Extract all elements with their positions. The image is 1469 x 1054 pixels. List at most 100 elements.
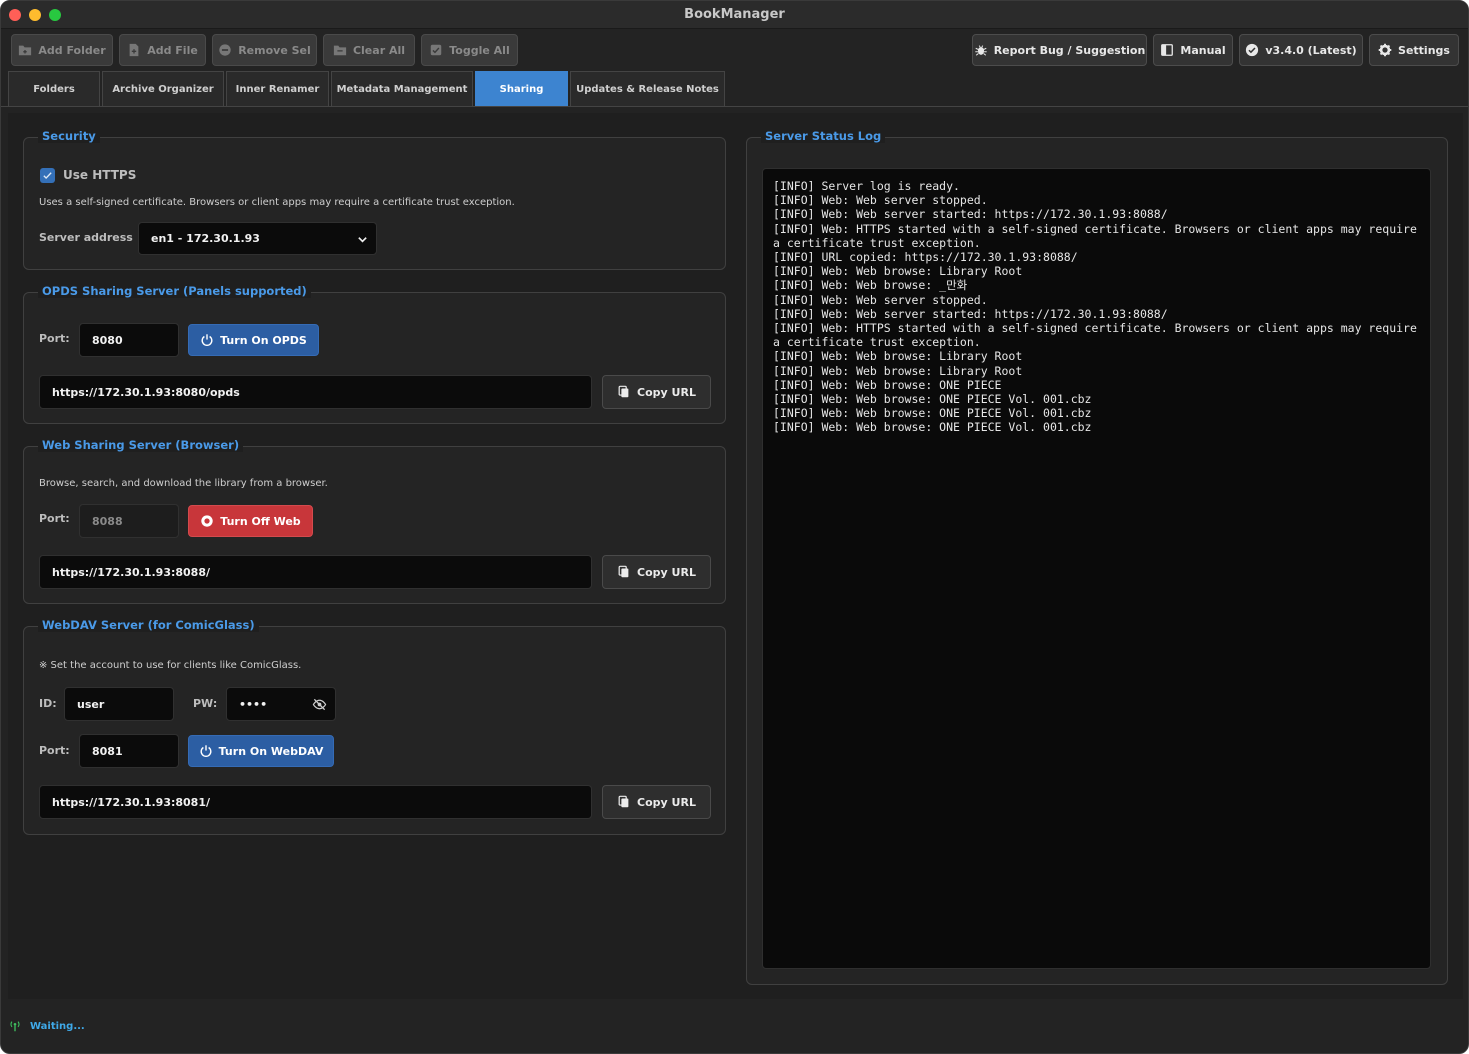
web-title: Web Sharing Server (Browser): [38, 438, 244, 452]
report-bug-button[interactable]: Report Bug / Suggestion: [972, 34, 1147, 66]
settings-button[interactable]: Settings: [1369, 34, 1459, 66]
version-label: v3.4.0 (Latest): [1265, 43, 1357, 57]
log-line: [INFO] Web: Web browse: ONE PIECE Vol. 0…: [773, 420, 1092, 435]
status-bar: Waiting...: [8, 1019, 85, 1033]
web-copy-url-button[interactable]: Copy URL: [602, 555, 711, 589]
turn-off-web-button[interactable]: Turn Off Web: [188, 505, 313, 537]
use-https-checkbox[interactable]: [40, 168, 55, 183]
status-text: Waiting...: [30, 1020, 85, 1032]
gear-icon: [1378, 43, 1392, 57]
turn-on-webdav-label: Turn On WebDAV: [218, 744, 324, 758]
window-title: BookManager: [684, 7, 785, 22]
webdav-url-field[interactable]: https://172.30.1.93:8081/: [39, 785, 592, 819]
antenna-icon: [10, 1021, 20, 1032]
tab-updates-release-notes[interactable]: Updates & Release Notes: [570, 71, 725, 106]
tab-archive-organizer[interactable]: Archive Organizer: [102, 71, 224, 106]
web-url-field[interactable]: https://172.30.1.93:8088/: [39, 555, 592, 589]
turn-on-opds-label: Turn On OPDS: [220, 333, 307, 347]
server-address-label: Server address: [39, 231, 133, 244]
log-line: [INFO] Server log is ready.: [773, 179, 960, 193]
app-window: BookManager Add Folder Add File Remove S…: [0, 0, 1469, 1054]
log-line: [INFO] Web: Web browse: ONE PIECE: [773, 377, 1002, 392]
power-icon: [200, 745, 212, 758]
server-address-value: en1 - 172.30.1.93: [151, 232, 260, 245]
webdav-pw-value: ••••: [239, 697, 268, 711]
log-line: [INFO] Web: Web server started: https://…: [773, 207, 1168, 222]
toggle-all-label: Toggle All: [449, 43, 510, 57]
check-icon: [43, 172, 52, 180]
copy-icon: [618, 385, 629, 398]
log-line: [INFO] URL copied: https://172.30.1.93:8…: [773, 250, 1078, 265]
web-group: Web Sharing Server (Browser) Browse, sea…: [23, 438, 726, 604]
webdav-description: ※ Set the account to use for clients lik…: [39, 660, 302, 671]
settings-label: Settings: [1398, 43, 1450, 57]
webdav-port-input[interactable]: 8081: [79, 734, 179, 768]
bug-icon: [975, 45, 987, 56]
version-button[interactable]: v3.4.0 (Latest): [1239, 34, 1363, 66]
eye-off-icon[interactable]: [312, 697, 327, 712]
opds-copy-url-label: Copy URL: [637, 385, 696, 399]
stop-circle-icon: [201, 515, 213, 527]
webdav-copy-url-button[interactable]: Copy URL: [602, 785, 711, 819]
manual-label: Manual: [1180, 43, 1226, 57]
webdav-id-input[interactable]: user: [64, 687, 174, 721]
turn-off-web-label: Turn Off Web: [220, 514, 301, 528]
webdav-id-label: ID:: [39, 697, 57, 710]
tab-divider: [1, 106, 1468, 107]
opds-copy-url-button[interactable]: Copy URL: [602, 375, 711, 409]
server-log-output[interactable]: [INFO] Server log is ready. [INFO] Web: W…: [762, 168, 1431, 969]
web-port-label: Port:: [39, 512, 70, 525]
sharing-panel: Security Use HTTPS Uses a self-signed ce…: [8, 113, 1463, 999]
copy-icon: [618, 565, 629, 578]
manual-button[interactable]: Manual: [1153, 34, 1233, 66]
clear-all-label: Clear All: [352, 43, 406, 57]
webdav-port-label: Port:: [39, 744, 70, 757]
clear-all-button[interactable]: Clear All: [323, 34, 415, 66]
log-line: [INFO] Web: Web server started: https://…: [773, 306, 1168, 321]
opds-title: OPDS Sharing Server (Panels supported): [38, 284, 311, 298]
log-line: [INFO] Web: Web server stopped.: [773, 292, 988, 307]
log-line: [INFO] Web: Web browse: ONE PIECE Vol. 0…: [773, 392, 1092, 407]
security-title: Security: [38, 129, 100, 143]
remove-sel-label: Remove Sel: [238, 43, 311, 57]
add-folder-button[interactable]: Add Folder: [11, 34, 113, 66]
power-icon: [201, 334, 213, 347]
webdav-pw-input[interactable]: ••••: [226, 687, 336, 721]
copy-icon: [618, 795, 629, 808]
log-line: [INFO] Web: Web browse: Library Root: [773, 264, 1023, 279]
folder-clear-icon: [333, 45, 347, 56]
log-line: [INFO] Web: Web browse: ONE PIECE Vol. 0…: [773, 406, 1092, 421]
webdav-pw-label: PW:: [193, 697, 218, 710]
security-description: Uses a self-signed certificate. Browsers…: [39, 197, 515, 208]
toggle-all-button[interactable]: Toggle All: [421, 34, 518, 66]
turn-on-webdav-button[interactable]: Turn On WebDAV: [188, 735, 334, 767]
tab-inner-renamer[interactable]: Inner Renamer: [226, 71, 329, 106]
log-line: [INFO] Web: HTTPS started with a self-si…: [773, 321, 1424, 350]
add-folder-label: Add Folder: [38, 43, 106, 57]
opds-port-label: Port:: [39, 332, 70, 345]
log-line: [INFO] Web: Web browse: Library Root: [773, 363, 1023, 378]
opds-port-input[interactable]: 8080: [79, 323, 179, 357]
check-circle-icon: [1246, 43, 1259, 57]
add-file-label: Add File: [147, 43, 198, 57]
book-icon: [1161, 44, 1174, 56]
add-file-button[interactable]: Add File: [119, 34, 206, 66]
webdav-title: WebDAV Server (for ComicGlass): [38, 618, 259, 632]
opds-group: OPDS Sharing Server (Panels supported) P…: [23, 284, 726, 424]
log-line: [INFO] Web: HTTPS started with a self-si…: [773, 221, 1424, 250]
log-line: [INFO] Web: Web server stopped.: [773, 193, 988, 208]
log-line: [INFO] Web: Web browse: _만화: [773, 278, 968, 293]
title-bar: BookManager: [1, 1, 1468, 29]
tab-metadata-management[interactable]: Metadata Management: [331, 71, 473, 106]
log-lines: [INFO] Server log is ready. [INFO] Web: W…: [773, 179, 1420, 435]
tab-folders[interactable]: Folders: [8, 71, 100, 106]
tab-sharing[interactable]: Sharing: [475, 71, 568, 106]
web-copy-url-label: Copy URL: [637, 565, 696, 579]
server-log-title: Server Status Log: [761, 129, 886, 143]
server-address-select[interactable]: en1 - 172.30.1.93: [138, 222, 377, 255]
web-port-input[interactable]: 8088: [79, 504, 179, 538]
opds-url-field[interactable]: https://172.30.1.93:8080/opds: [39, 375, 592, 409]
remove-sel-button[interactable]: Remove Sel: [212, 34, 317, 66]
turn-on-opds-button[interactable]: Turn On OPDS: [188, 324, 319, 356]
security-group: Security Use HTTPS Uses a self-signed ce…: [23, 129, 726, 270]
